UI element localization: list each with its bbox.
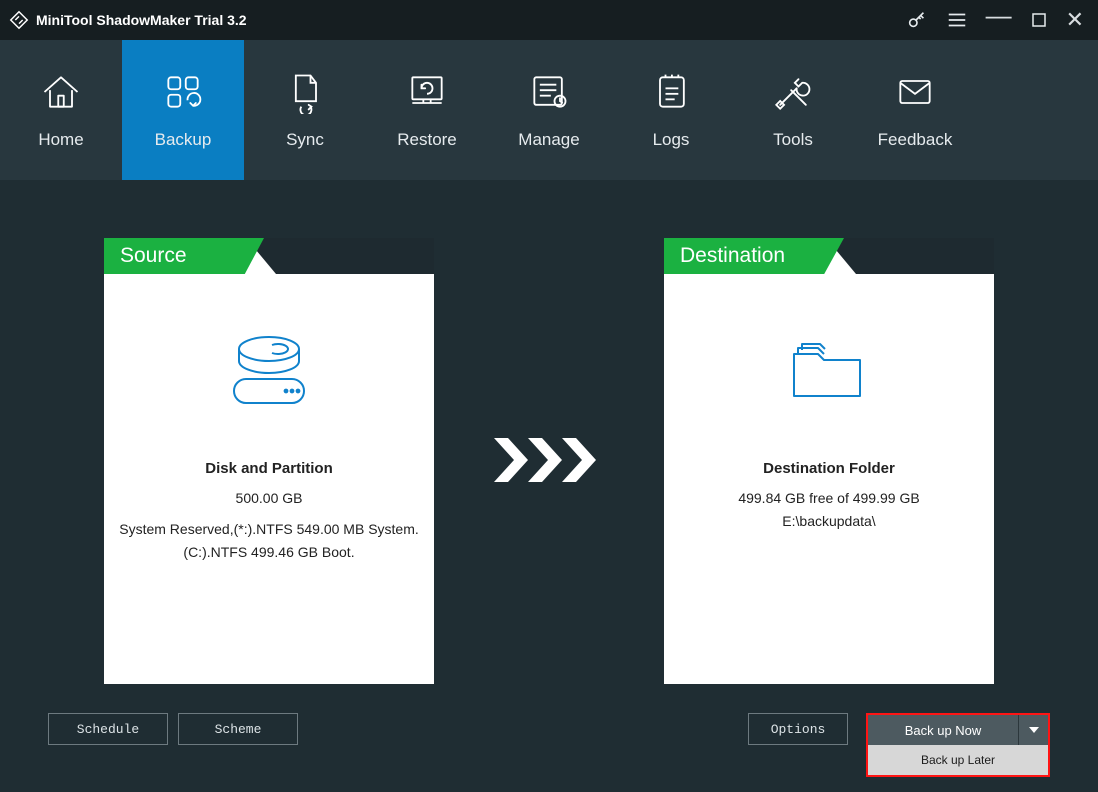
restore-icon xyxy=(405,70,449,114)
backup-dropdown-toggle[interactable] xyxy=(1018,715,1048,745)
destination-header: Destination xyxy=(664,238,844,274)
manage-icon xyxy=(527,70,571,114)
arrows-icon xyxy=(494,438,604,482)
nav-label: Backup xyxy=(155,130,212,150)
nav-backup[interactable]: Backup xyxy=(122,40,244,180)
nav-label: Sync xyxy=(286,130,324,150)
nav-logs[interactable]: Logs xyxy=(610,40,732,180)
destination-path: E:\backupdata\ xyxy=(770,512,887,531)
bottom-bar: Schedule Scheme Options Back up Now Back… xyxy=(0,713,1098,777)
backup-icon xyxy=(161,70,205,114)
nav-restore[interactable]: Restore xyxy=(366,40,488,180)
app-logo-icon xyxy=(8,9,30,31)
nav-feedback[interactable]: Feedback xyxy=(854,40,976,180)
home-icon xyxy=(39,70,83,114)
nav-label: Manage xyxy=(518,130,579,150)
backup-split-highlight: Back up Now Back up Later xyxy=(866,713,1050,777)
nav-label: Restore xyxy=(397,130,457,150)
nav-tools[interactable]: Tools xyxy=(732,40,854,180)
scheme-button[interactable]: Scheme xyxy=(178,713,298,745)
menu-icon[interactable] xyxy=(946,9,968,31)
source-size: 500.00 GB xyxy=(224,489,315,508)
logs-icon xyxy=(649,70,693,114)
sync-icon xyxy=(283,70,327,114)
minimize-icon[interactable]: — xyxy=(986,10,1012,20)
main-area: Source Disk and Partition 500.00 GB Syst… xyxy=(0,180,1098,684)
disk-icon xyxy=(224,329,314,414)
destination-title: Destination Folder xyxy=(763,460,895,477)
backup-now-button[interactable]: Back up Now xyxy=(868,715,1018,745)
folder-icon xyxy=(784,329,874,414)
source-detail1: System Reserved,(*:).NTFS 549.00 MB Syst… xyxy=(107,520,431,539)
source-title: Disk and Partition xyxy=(205,460,333,477)
backup-later-item[interactable]: Back up Later xyxy=(868,745,1048,775)
nav-home[interactable]: Home xyxy=(0,40,122,180)
schedule-button[interactable]: Schedule xyxy=(48,713,168,745)
maximize-icon[interactable] xyxy=(1030,11,1048,29)
source-header: Source xyxy=(104,238,264,274)
source-card[interactable]: Source Disk and Partition 500.00 GB Syst… xyxy=(104,238,434,684)
title-bar: MiniTool ShadowMaker Trial 3.2 — ✕ xyxy=(0,0,1098,40)
feedback-icon xyxy=(893,70,937,114)
nav-label: Logs xyxy=(653,130,690,150)
app-title: MiniTool ShadowMaker Trial 3.2 xyxy=(36,12,247,28)
close-icon[interactable]: ✕ xyxy=(1066,7,1084,33)
tools-icon xyxy=(771,70,815,114)
key-icon[interactable] xyxy=(906,9,928,31)
destination-card[interactable]: Destination Destination Folder 499.84 GB… xyxy=(664,238,994,684)
destination-free: 499.84 GB free of 499.99 GB xyxy=(726,489,931,508)
nav-label: Tools xyxy=(773,130,813,150)
nav-manage[interactable]: Manage xyxy=(488,40,610,180)
nav-sync[interactable]: Sync xyxy=(244,40,366,180)
source-detail2: (C:).NTFS 499.46 GB Boot. xyxy=(171,543,366,562)
nav-bar: Home Backup Sync Restore Manage Logs xyxy=(0,40,1098,180)
nav-label: Feedback xyxy=(878,130,953,150)
nav-label: Home xyxy=(38,130,83,150)
options-button[interactable]: Options xyxy=(748,713,848,745)
